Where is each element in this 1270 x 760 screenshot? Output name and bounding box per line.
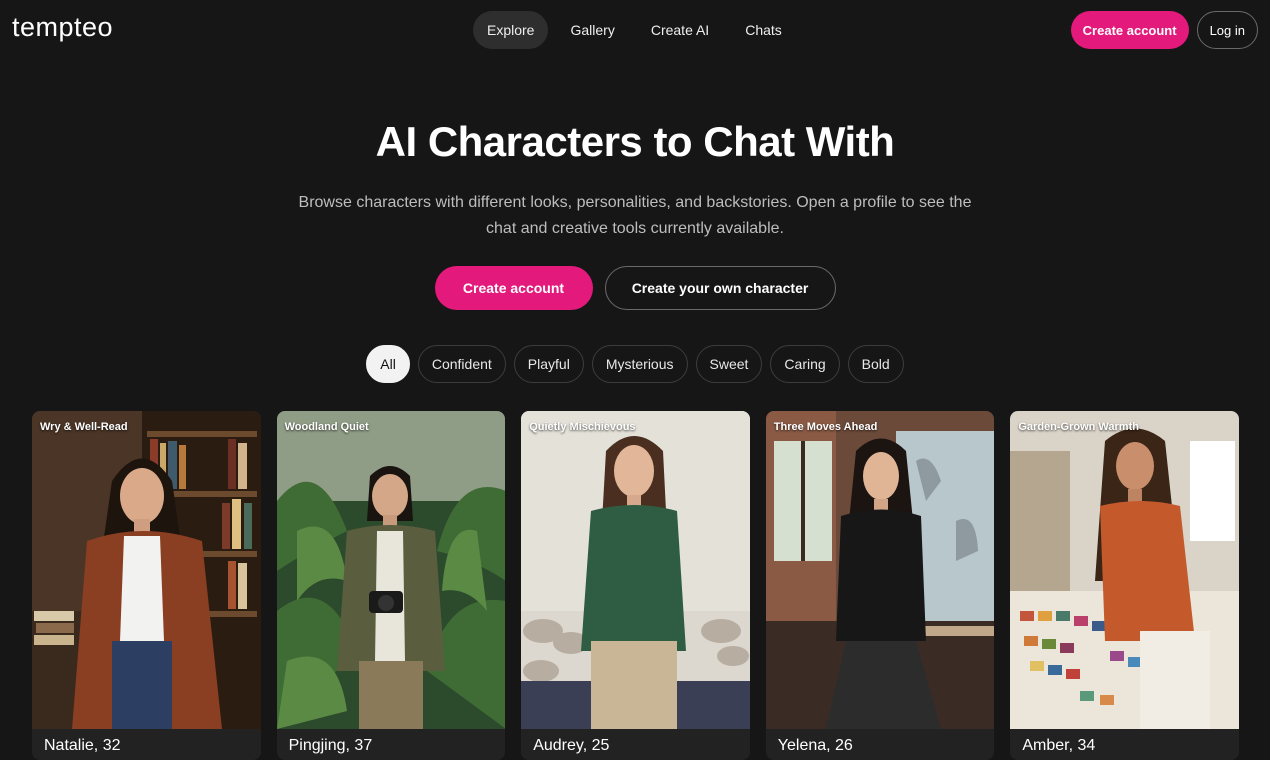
nav-create-ai[interactable]: Create AI <box>637 11 723 49</box>
top-navbar: tempteo Explore Gallery Create AI Chats … <box>0 0 1270 60</box>
character-photo: Wry & Well-Read <box>32 411 261 729</box>
character-card[interactable]: Woodland Quiet Pingjing, 37 <box>276 411 506 760</box>
filter-chip-caring[interactable]: Caring <box>770 345 840 383</box>
filter-chip-all[interactable]: All <box>366 345 410 383</box>
filter-chip-confident[interactable]: Confident <box>417 345 506 383</box>
character-photo: Three Moves Ahead <box>765 411 995 729</box>
page-subtitle: Browse characters with different looks, … <box>298 194 972 237</box>
character-photo: Garden-Grown Warmth <box>1010 411 1239 729</box>
nav-chats[interactable]: Chats <box>731 11 796 49</box>
character-card[interactable]: Three Moves Ahead Yelena, 26 <box>765 411 995 760</box>
brand-logo[interactable]: tempteo <box>12 12 113 43</box>
filter-chip-sweet[interactable]: Sweet <box>695 345 763 383</box>
character-name: Audrey, 25 <box>533 737 610 754</box>
character-tagline: Garden-Grown Warmth <box>1018 421 1139 433</box>
nav-explore[interactable]: Explore <box>473 11 549 49</box>
character-name: Yelena, 26 <box>777 737 853 754</box>
create-character-button[interactable]: Create your own character <box>604 266 836 310</box>
filter-chip-mysterious[interactable]: Mysterious <box>591 345 688 383</box>
filter-chip-bold[interactable]: Bold <box>847 345 904 383</box>
character-tagline: Quietly Mischievous <box>529 421 636 433</box>
main-nav: Explore Gallery Create AI Chats <box>473 11 796 49</box>
character-tagline: Woodland Quiet <box>284 421 369 433</box>
character-name: Amber, 34 <box>1022 737 1096 754</box>
page-title: AI Characters to Chat With <box>375 118 895 165</box>
character-card[interactable]: Wry & Well-Read Natalie, 32 <box>32 411 261 760</box>
character-grid: Wry & Well-Read Natalie, 32 Woodland Qui… <box>32 411 1239 760</box>
character-tagline: Wry & Well-Read <box>40 421 128 433</box>
character-photo: Woodland Quiet <box>276 411 506 729</box>
character-card[interactable]: Quietly Mischievous Audrey, 25 <box>521 411 750 760</box>
filter-chip-playful[interactable]: Playful <box>513 345 584 383</box>
create-account-button[interactable]: Create account <box>434 266 593 310</box>
character-name: Natalie, 32 <box>44 737 121 754</box>
nav-gallery[interactable]: Gallery <box>556 11 628 49</box>
character-tagline: Three Moves Ahead <box>773 421 878 433</box>
character-card[interactable]: Garden-Grown Warmth Amber, 34 <box>1010 411 1239 760</box>
character-photo: Quietly Mischievous <box>521 411 750 729</box>
header-create-account-button[interactable]: Create account <box>1070 11 1189 49</box>
character-name: Pingjing, 37 <box>288 737 373 754</box>
personality-filters: All Confident Playful Mysterious Sweet C… <box>0 345 1270 383</box>
login-button[interactable]: Log in <box>1196 11 1258 49</box>
hero-actions: Create account Create your own character <box>0 266 1270 310</box>
header-actions: Create account Log in <box>1070 11 1258 49</box>
